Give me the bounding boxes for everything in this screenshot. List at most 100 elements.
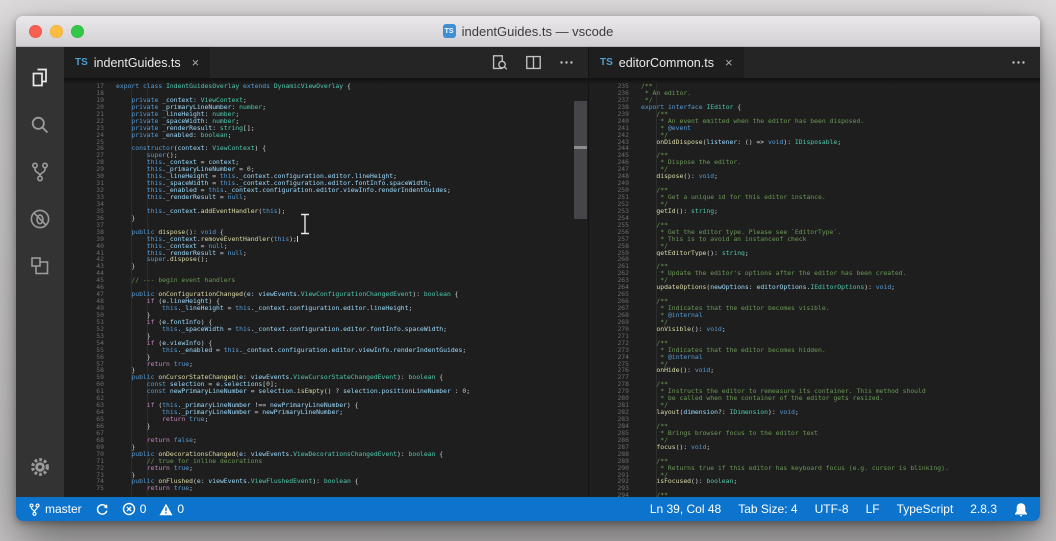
code-line[interactable]: 24 private _enabled: boolean; [64, 132, 588, 139]
line-number: 256 [617, 228, 629, 236]
more-actions-icon[interactable] [1010, 54, 1027, 71]
code-line[interactable]: 64 this._primaryLineNumber = newPrimaryL… [64, 409, 588, 416]
code-line[interactable]: 25 [64, 139, 588, 146]
eol-status[interactable]: LF [866, 502, 880, 516]
line-number: 53 [96, 332, 104, 340]
editor-editorcommon[interactable]: 235/** 236 * An editor. 237 */238 export in… [589, 78, 1040, 497]
more-actions-icon[interactable] [558, 54, 575, 71]
code-line[interactable]: 31 this._spaceWidth = this._context.conf… [64, 180, 588, 187]
code-line[interactable]: 34 [64, 201, 588, 208]
code-line[interactable]: 59 public onCursorStateChanged(e: viewEv… [64, 374, 588, 381]
code-line[interactable]: 41 this._renderResult = null; [64, 250, 588, 257]
code-text: } [116, 471, 136, 479]
code-line[interactable]: 71 // true for inline decorations [64, 458, 588, 465]
code-text: */ [641, 200, 668, 208]
tab-indentguides[interactable]: TS indentGuides.ts × [64, 47, 212, 78]
code-line[interactable]: 36 } [64, 215, 588, 222]
code-line[interactable]: 68 return false; [64, 437, 588, 444]
code-line[interactable]: 45 // --- begin event handlers [64, 277, 588, 284]
code-line[interactable]: 61 const newPrimaryLineNumber = selectio… [64, 388, 588, 395]
code-line[interactable]: 66 } [64, 423, 588, 430]
code-line[interactable]: 67 [64, 430, 588, 437]
warnings-status[interactable]: 0 [159, 502, 184, 516]
split-editor-icon[interactable] [524, 53, 543, 72]
code-line[interactable]: 63 if (this._primaryLineNumber !== newPr… [64, 402, 588, 409]
code-line[interactable]: 50 } [64, 312, 588, 319]
activity-item-explorer[interactable] [16, 54, 64, 101]
code-line[interactable]: 39 this._context.removeEventHandler(this… [64, 235, 588, 243]
code-line[interactable]: 56 } [64, 354, 588, 361]
code-line[interactable]: 40 this._context = null; [64, 243, 588, 250]
close-window-button[interactable] [29, 24, 42, 38]
code-line[interactable]: 38 public dispose(): void { [64, 229, 588, 236]
bell-icon[interactable] [1014, 502, 1028, 517]
activity-item-source-control[interactable] [16, 148, 64, 195]
code-line[interactable]: 58 } [64, 367, 588, 374]
code-line[interactable]: 46 [64, 284, 588, 291]
indent-guide [131, 83, 132, 497]
git-branch-status[interactable]: master [28, 502, 82, 517]
open-preview-icon[interactable] [490, 53, 509, 72]
tab-size-status[interactable]: Tab Size: 4 [738, 502, 797, 516]
code-line[interactable]: 21 private _lineHeight: number; [64, 111, 588, 118]
vertical-scrollbar[interactable] [574, 101, 587, 219]
code-line[interactable]: 72 return true; [64, 465, 588, 472]
editor-indentguides[interactable]: 17 export class IndentGuidesOverlay exten… [64, 78, 588, 497]
activity-item-settings[interactable] [16, 443, 64, 490]
code-line[interactable]: 54 if (e.viewInfo) { [64, 340, 588, 347]
code-line[interactable]: 70 public onDecorationsChanged(e: viewEv… [64, 451, 588, 458]
code-line[interactable]: 30 this._lineHeight = this._context.conf… [64, 173, 588, 180]
code-line[interactable]: 62 [64, 395, 588, 402]
code-line[interactable]: 35 this._context.addEventHandler(this); [64, 208, 588, 215]
minimize-window-button[interactable] [50, 24, 63, 38]
tab-close-icon[interactable]: × [192, 55, 200, 70]
cursor-position-status[interactable]: Ln 39, Col 48 [650, 502, 721, 516]
code-line[interactable]: 20 private _primaryLineNumber: number; [64, 104, 588, 111]
code-line[interactable]: 44 [64, 270, 588, 277]
code-line[interactable]: 52 this._spaceWidth = this._context.conf… [64, 326, 588, 333]
tab-editorcommon[interactable]: TS editorCommon.ts × [589, 47, 745, 78]
title-bar[interactable]: TS indentGuides.ts — vscode [16, 16, 1040, 47]
code-line[interactable]: 18 [64, 90, 588, 97]
code-line[interactable]: 33 this._renderResult = null; [64, 194, 588, 201]
line-number: 41 [96, 249, 104, 257]
code-line[interactable]: 22 private _spaceWidth: number; [64, 118, 588, 125]
language-mode-status[interactable]: TypeScript [897, 502, 954, 516]
tab-close-icon[interactable]: × [725, 55, 733, 70]
code-line[interactable]: 27 super(); [64, 152, 588, 159]
code-line[interactable]: 49 this._lineHeight = this._context.conf… [64, 305, 588, 312]
code-line[interactable]: 55 this._enabled = this._context.configu… [64, 347, 588, 354]
line-number: 264 [617, 284, 629, 292]
code-line[interactable]: 43 } [64, 263, 588, 270]
code-line[interactable]: 74 public onFlushed(e: viewEvents.ViewFl… [64, 478, 588, 485]
code-line[interactable]: 19 private _context: ViewContext; [64, 97, 588, 104]
activity-item-extensions[interactable] [16, 242, 64, 289]
code-line[interactable]: 28 this._context = context; [64, 159, 588, 166]
code-line[interactable]: 48 if (e.lineHeight) { [64, 298, 588, 305]
errors-status[interactable]: 0 [122, 502, 146, 516]
code-line[interactable]: 32 this._enabled = this._context.configu… [64, 187, 588, 194]
code-line[interactable]: 26 constructor(context: ViewContext) { [64, 145, 588, 152]
activity-item-search[interactable] [16, 101, 64, 148]
code-line[interactable]: 53 } [64, 333, 588, 340]
code-line[interactable]: 23 private _renderResult: string[]; [64, 125, 588, 132]
code-line[interactable]: 47 public onConfigurationChanged(e: view… [64, 291, 588, 298]
code-line[interactable]: 69 } [64, 444, 588, 451]
code-text: } [116, 367, 136, 375]
code-line[interactable]: 37 [64, 222, 588, 229]
sync-status[interactable] [95, 502, 109, 516]
code-text: } [116, 353, 151, 361]
encoding-status[interactable]: UTF-8 [815, 502, 849, 516]
code-line[interactable]: 73 } [64, 472, 588, 479]
activity-item-debug[interactable] [16, 195, 64, 242]
code-line[interactable]: 17 export class IndentGuidesOverlay exten… [64, 83, 588, 90]
code-line[interactable]: 29 this._primaryLineNumber = 0; [64, 166, 588, 173]
code-line[interactable]: 60 const selection = e.selections[0]; [64, 381, 588, 388]
code-line[interactable]: 65 return true; [64, 416, 588, 423]
code-line[interactable]: 57 return true; [64, 361, 588, 368]
zoom-window-button[interactable] [71, 24, 84, 38]
typescript-version-status[interactable]: 2.8.3 [970, 502, 997, 516]
code-line[interactable]: 75 return true; [64, 485, 588, 492]
code-line[interactable]: 51 if (e.fontInfo) { [64, 319, 588, 326]
code-line[interactable]: 42 super.dispose(); [64, 256, 588, 263]
